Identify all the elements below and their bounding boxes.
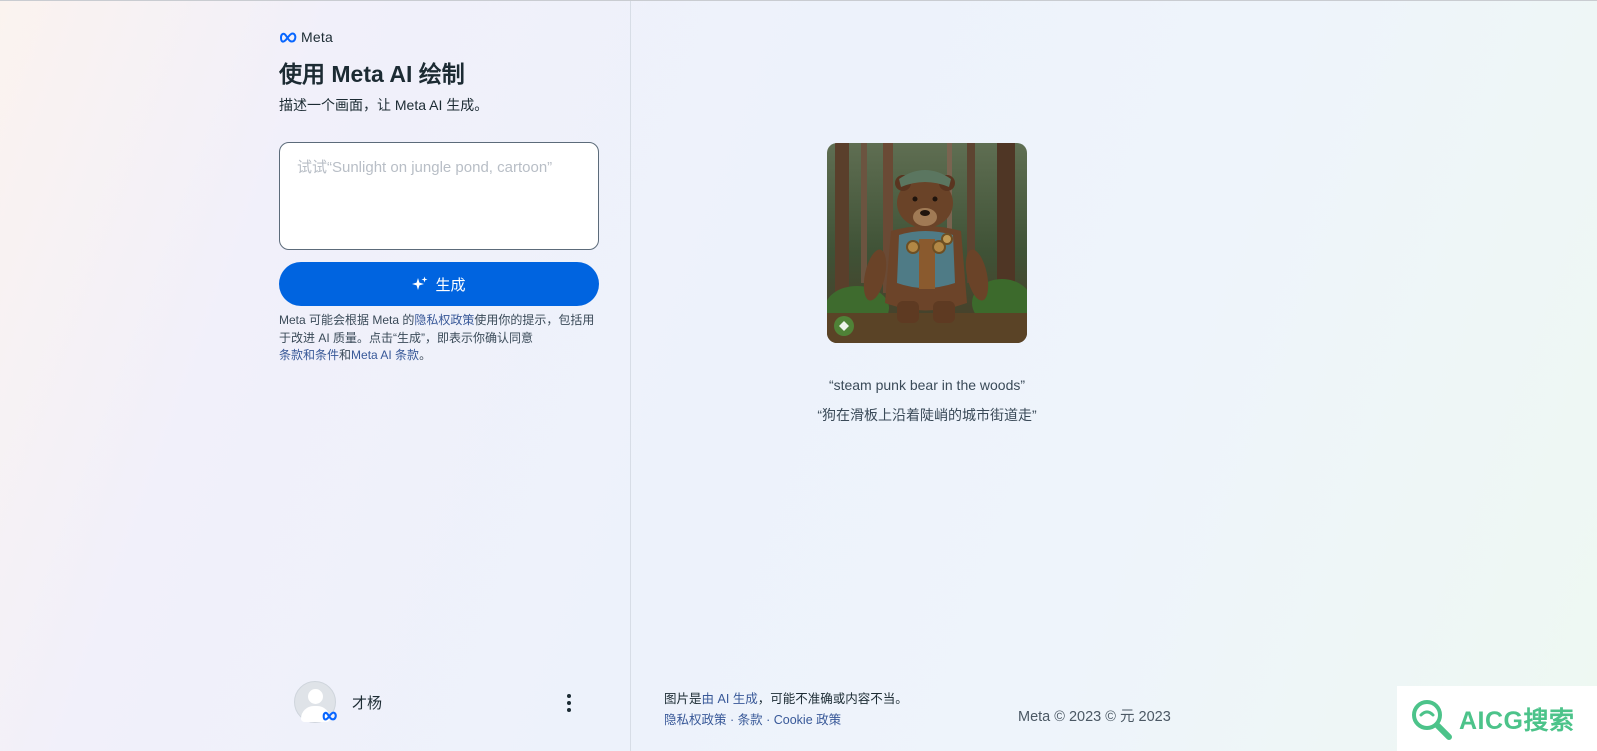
ai-generated-link[interactable]: 由 AI 生成 <box>702 692 758 706</box>
disclaimer-text: Meta 可能会根据 Meta 的隐私权政策使用你的提示，包括用于改进 AI 质… <box>279 312 604 365</box>
generate-button[interactable]: 生成 <box>279 262 599 306</box>
ai-generated-note: 图片是由 AI 生成，可能不准确或内容不当。 <box>664 688 908 707</box>
steampunk-bear-image <box>827 143 1027 343</box>
avatar-head <box>308 689 323 704</box>
disclaimer-part3: 和 <box>339 348 352 362</box>
footer-terms-link[interactable]: 条款 <box>738 713 763 727</box>
avatar[interactable] <box>294 681 337 723</box>
more-dot <box>567 701 571 705</box>
magnifier-icon <box>1412 699 1452 740</box>
watermark: AICG搜索 <box>1397 686 1597 751</box>
example-caption-1: “steam punk bear in the woods” <box>828 377 1026 393</box>
more-dot <box>567 708 571 712</box>
meta-logo[interactable]: Meta <box>279 29 333 45</box>
meta-ai-terms-link[interactable]: Meta AI 条款 <box>351 348 419 362</box>
generate-button-label: 生成 <box>435 276 466 294</box>
prompt-input[interactable] <box>279 142 599 250</box>
footer-privacy-link[interactable]: 隐私权政策 <box>664 713 727 727</box>
sparkle-icon <box>412 276 428 290</box>
watermark-text: AICG搜索 <box>1459 706 1575 735</box>
note-prefix: 图片是 <box>664 692 702 706</box>
terms-link[interactable]: 条款和条件 <box>279 348 339 362</box>
footer-links: 隐私权政策 · 条款 · Cookie 政策 <box>664 709 841 728</box>
meta-badge-icon <box>322 711 337 721</box>
privacy-policy-link[interactable]: 隐私权政策 <box>414 313 474 327</box>
example-caption-2: “狗在滑板上沿着陡峭的城市街道走” <box>817 407 1037 423</box>
footer-cookie-link[interactable]: Cookie 政策 <box>774 713 841 727</box>
meta-infinity-icon <box>279 31 297 43</box>
username: 才杨 <box>352 694 383 712</box>
footer-separator: · <box>726 713 738 727</box>
example-generated-image <box>827 143 1027 343</box>
footer-separator: · <box>762 713 774 727</box>
page-subtitle: 描述一个画面，让 Meta AI 生成。 <box>279 97 489 113</box>
page-title: 使用 Meta AI 绘制 <box>279 61 465 87</box>
disclaimer-part1: Meta 可能会根据 Meta 的 <box>279 313 415 327</box>
user-profile[interactable]: 才杨 <box>294 681 382 723</box>
sidebar-panel: Meta 使用 Meta AI 绘制 描述一个画面，让 Meta AI 生成。 … <box>0 1 631 751</box>
note-suffix: ，可能不准确或内容不当。 <box>757 692 908 706</box>
logo-text: Meta <box>301 29 333 45</box>
more-dot <box>567 694 571 698</box>
more-vertical-icon[interactable] <box>562 691 576 715</box>
copyright-text: Meta © 2023 © 元 2023 <box>1018 709 1171 725</box>
disclaimer-part4: 。 <box>419 348 432 362</box>
